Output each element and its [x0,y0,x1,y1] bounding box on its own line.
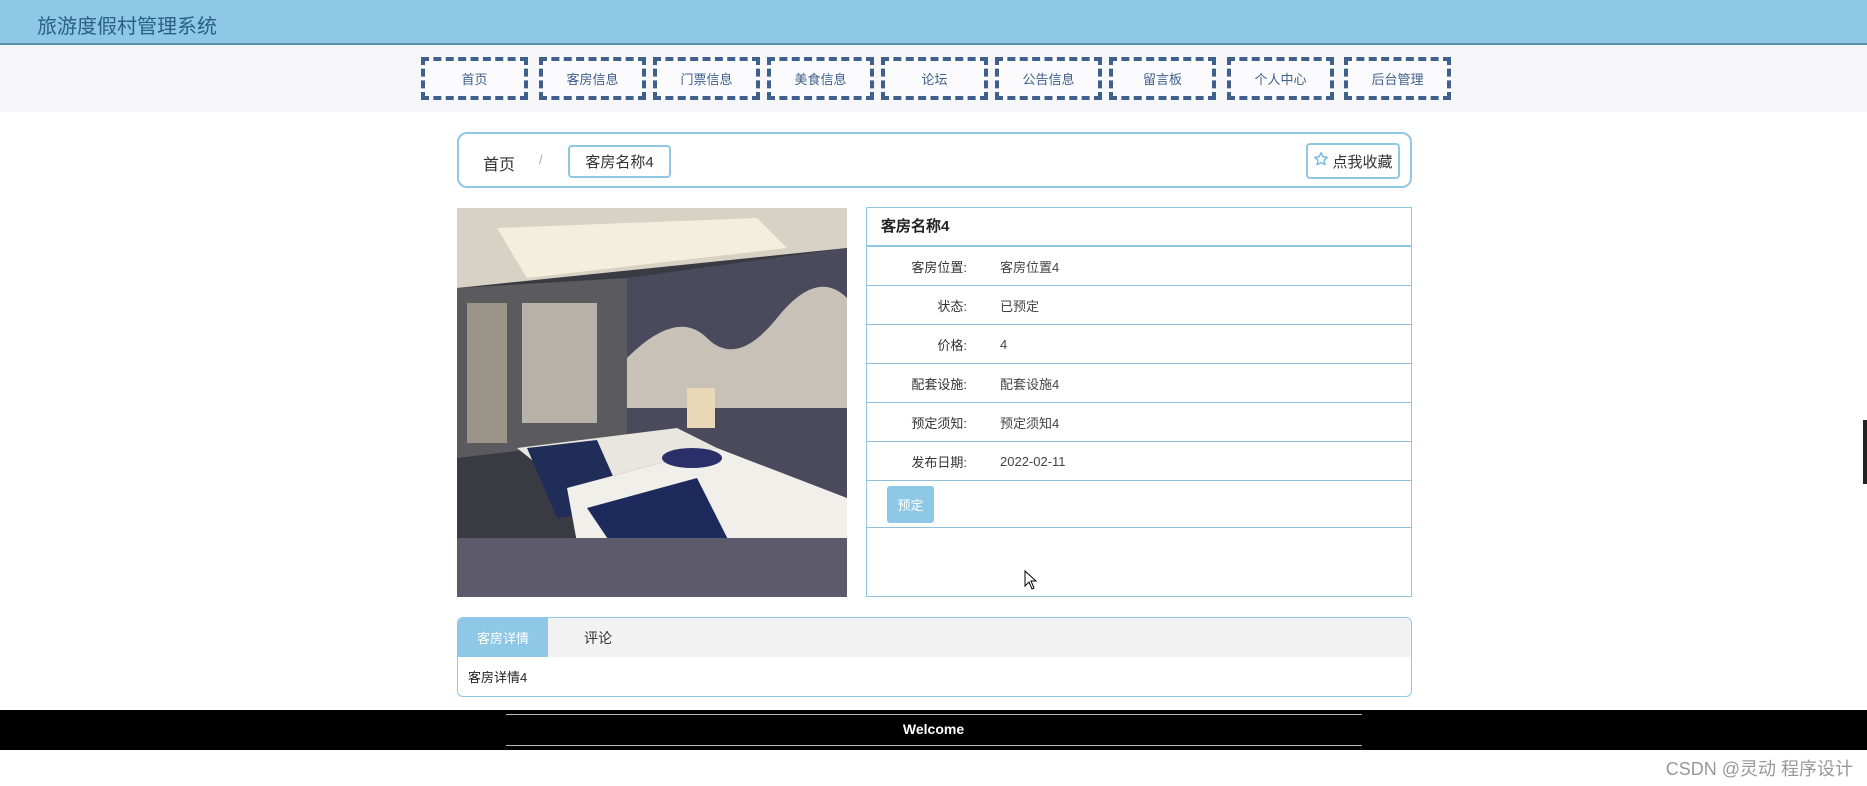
nav-item-messages[interactable]: 留言板 [1109,57,1216,100]
info-row-location: 客房位置: 客房位置4 [867,247,1411,286]
footer: Welcome [0,710,1867,750]
info-row-facilities: 配套设施: 配套设施4 [867,364,1411,403]
favorite-label: 点我收藏 [1332,153,1393,171]
info-label: 价格: [937,337,967,353]
nav-item-profile[interactable]: 个人中心 [1227,57,1334,100]
room-info-card: 客房名称4 客房位置: 客房位置4 状态: 已预定 价格: 4 配套设施: 配套… [866,207,1412,597]
main-nav: 首页 客房信息 门票信息 美食信息 论坛 公告信息 留言板 个人中心 后台管理 [0,45,1867,112]
footer-divider-bottom [506,745,1362,746]
info-label: 状态: [937,298,967,314]
scrollbar-thumb[interactable] [1863,420,1867,484]
detail-tabs: 客房详情 评论 客房详情4 [457,617,1412,697]
info-row-publish-date: 发布日期: 2022-02-11 [867,442,1411,481]
info-row-booking-notes: 预定须知: 预定须知4 [867,403,1411,442]
info-label: 配套设施: [911,376,967,392]
breadcrumb-current: 客房名称4 [568,145,671,178]
footer-divider-top [506,714,1362,715]
mouse-cursor-icon [1024,570,1038,590]
info-label: 预定须知: [911,415,967,431]
info-row-status: 状态: 已预定 [867,286,1411,325]
breadcrumb: 首页 / 客房名称4 点我收藏 [457,132,1412,188]
app-title: 旅游度假村管理系统 [37,16,217,38]
breadcrumb-separator: / [539,152,543,167]
tab-strip: 客房详情 评论 [458,618,1411,657]
info-label: 发布日期: [911,454,967,470]
info-row-price: 价格: 4 [867,325,1411,364]
tab-room-details[interactable]: 客房详情 [458,618,548,657]
nav-item-tickets[interactable]: 门票信息 [653,57,760,100]
app-header: 旅游度假村管理系统 [0,0,1867,45]
info-value: 配套设施4 [1000,376,1060,392]
info-label: 客房位置: [911,259,967,275]
info-value: 2022-02-11 [1000,453,1066,469]
info-value: 预定须知4 [1000,415,1060,431]
info-action-row: 预定 [867,481,1411,528]
nav-item-food[interactable]: 美食信息 [767,57,874,100]
tab-content: 客房详情4 [468,670,528,685]
book-button[interactable]: 预定 [887,486,934,523]
info-value: 客房位置4 [1000,259,1060,275]
breadcrumb-home-link[interactable]: 首页 [483,151,515,175]
tab-comments[interactable]: 评论 [568,618,628,657]
room-title: 客房名称4 [867,208,1411,247]
nav-item-admin[interactable]: 后台管理 [1344,57,1451,100]
favorite-button[interactable]: 点我收藏 [1306,143,1400,179]
nav-item-notices[interactable]: 公告信息 [995,57,1102,100]
info-value: 已预定 [1000,298,1040,314]
nav-item-rooms[interactable]: 客房信息 [539,57,646,100]
watermark: CSDN @灵动 程序设计 [1665,759,1853,779]
nav-item-forum[interactable]: 论坛 [881,57,988,100]
nav-item-home[interactable]: 首页 [421,57,528,100]
star-icon [1313,151,1329,171]
footer-text: Welcome [902,721,965,737]
room-photo [457,208,847,597]
info-value: 4 [1000,336,1008,352]
